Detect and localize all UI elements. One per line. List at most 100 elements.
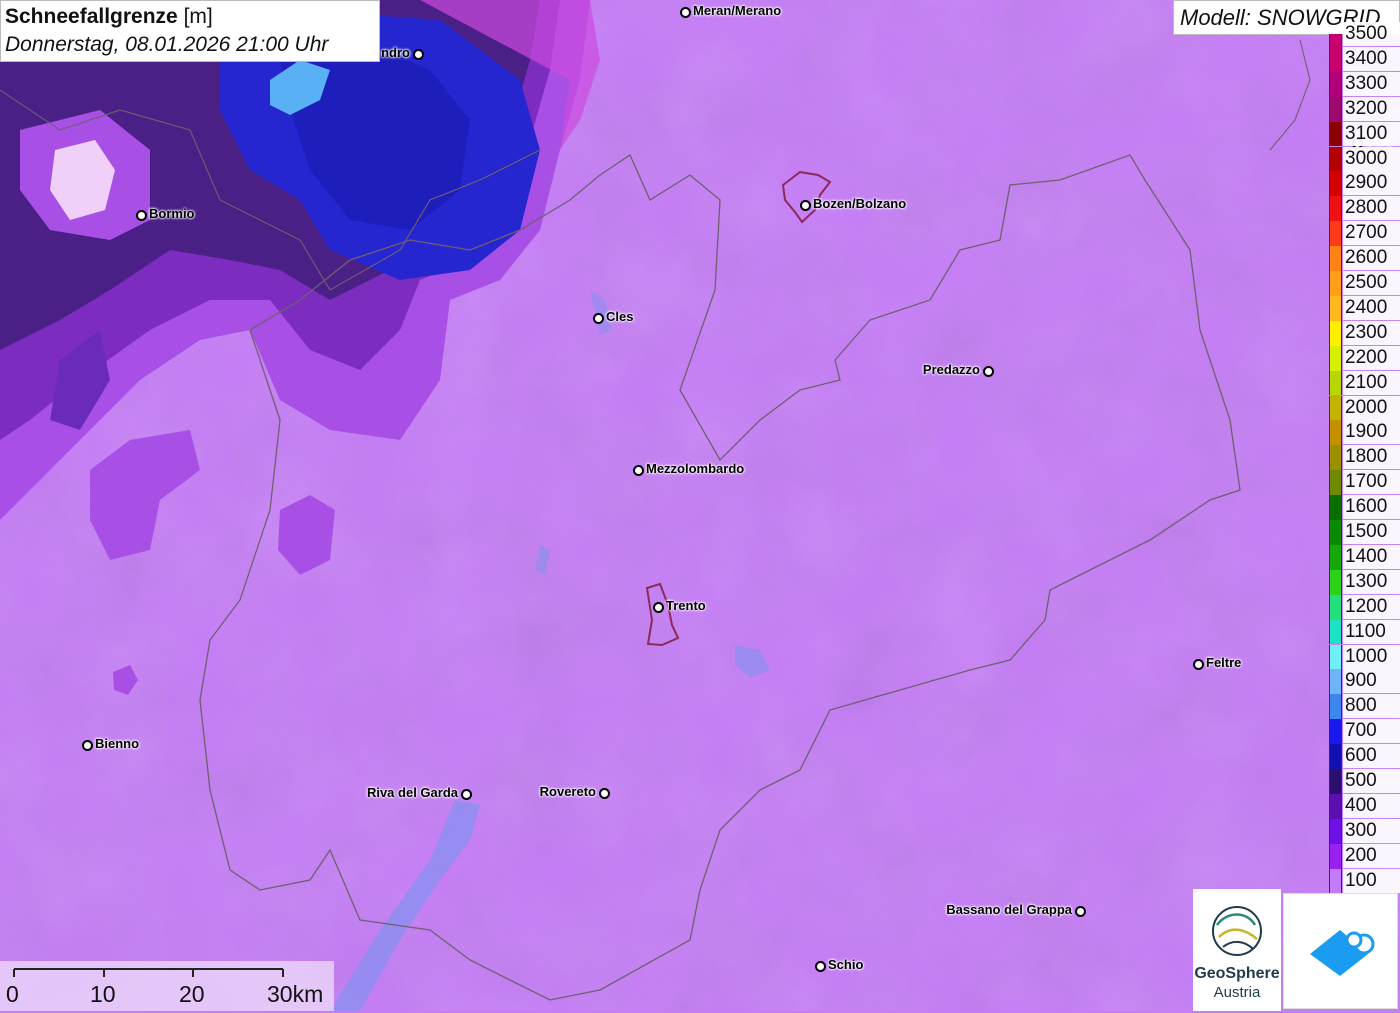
legend-swatch: [1329, 295, 1342, 321]
city-label[interactable]: Bozen/Bolzano: [813, 196, 906, 211]
legend-swatch: [1329, 793, 1342, 819]
city-label[interactable]: Trento: [666, 598, 706, 613]
legend-swatch: [1329, 271, 1342, 296]
legend-label: 1100: [1343, 619, 1400, 644]
map-datetime: Donnerstag, 08.01.2026 21:00 Uhr: [5, 33, 329, 56]
city-label[interactable]: Rovereto: [540, 784, 596, 799]
legend-swatch: [1329, 569, 1342, 595]
legend-color-bar: [1329, 34, 1342, 894]
city-marker[interactable]: [1193, 659, 1204, 670]
legend-swatch: [1329, 818, 1342, 844]
city-marker[interactable]: [136, 210, 147, 221]
scale-label-10: 10: [90, 981, 116, 1007]
cloud-house-icon: [1310, 930, 1375, 976]
legend-label: 1300: [1343, 569, 1400, 594]
city-label[interactable]: Bassano del Grappa: [946, 902, 1072, 917]
scale-label-30km: 30km: [267, 981, 324, 1007]
color-legend: 3500 3400 3300 3200 3100 3000 2900 2800 2700 2600…: [1328, 22, 1400, 894]
legend-label: 2900: [1343, 171, 1400, 196]
legend-label: 1800: [1343, 445, 1400, 470]
city-label[interactable]: Schio: [828, 957, 863, 972]
legend-label: 2500: [1343, 271, 1400, 295]
legend-swatch: [1329, 171, 1342, 197]
legend-swatch: [1329, 495, 1342, 520]
legend-label: 2400: [1343, 295, 1400, 320]
legend-label: 2000: [1343, 395, 1400, 420]
legend-label: 100: [1343, 868, 1400, 893]
legend-label: 700: [1343, 719, 1400, 744]
legend-swatch: [1329, 96, 1342, 122]
legend-swatch: [1329, 868, 1342, 894]
city-label[interactable]: Feltre: [1206, 655, 1241, 670]
legend-label: 500: [1343, 769, 1400, 793]
city-marker[interactable]: [815, 961, 826, 972]
legend-swatch: [1329, 594, 1342, 620]
scalebar: 0 10 20 30km: [0, 961, 334, 1011]
legend-swatch: [1329, 694, 1342, 720]
city-marker[interactable]: [82, 740, 93, 751]
snowline-map[interactable]: [0, 0, 1400, 1011]
scale-label-0: 0: [6, 981, 19, 1007]
city-label[interactable]: Mezzolombardo: [646, 461, 744, 476]
legend-swatch: [1329, 370, 1342, 396]
legend-swatch: [1329, 420, 1342, 446]
city-marker[interactable]: [680, 7, 691, 18]
legend-label: 800: [1343, 694, 1400, 719]
legend-swatch: [1329, 843, 1342, 869]
legend-label: 1500: [1343, 520, 1400, 544]
geosphere-country: Austria: [1213, 984, 1261, 1001]
legend-swatch: [1329, 644, 1342, 670]
legend-swatch: [1329, 544, 1342, 570]
legend-label: 2800: [1343, 196, 1400, 221]
legend-swatch: [1329, 619, 1342, 645]
legend-label: 1900: [1343, 420, 1400, 445]
city-marker[interactable]: [983, 366, 994, 377]
city-marker[interactable]: [413, 49, 424, 60]
legend-label: 3400: [1343, 46, 1400, 71]
geosphere-name: GeoSphere: [1194, 965, 1280, 982]
legend-label: 2100: [1343, 370, 1400, 395]
legend-label: 3200: [1343, 96, 1400, 121]
geosphere-logo[interactable]: GeoSphere Austria: [1193, 889, 1281, 1011]
legend-label: 2300: [1343, 320, 1400, 345]
legend-swatch: [1329, 445, 1342, 471]
city-marker[interactable]: [800, 200, 811, 211]
legend-swatch: [1329, 34, 1342, 47]
legend-label: 200: [1343, 843, 1400, 868]
weather-app-logo[interactable]: [1283, 893, 1398, 1009]
legend-label: 2200: [1343, 345, 1400, 370]
title-unit: [m]: [177, 5, 213, 28]
legend-label: 3100: [1343, 121, 1400, 146]
legend-swatch: [1329, 196, 1342, 222]
legend-swatch: [1329, 769, 1342, 794]
city-marker[interactable]: [461, 789, 472, 800]
city-marker[interactable]: [653, 602, 664, 613]
legend-label: 400: [1343, 793, 1400, 818]
legend-label: 1200: [1343, 594, 1400, 619]
city-label[interactable]: Riva del Garda: [367, 785, 458, 800]
city-label[interactable]: Predazzo: [923, 362, 980, 377]
geosphere-emblem-icon: [1212, 906, 1262, 956]
legend-swatch: [1329, 395, 1342, 421]
legend-swatch: [1329, 345, 1342, 371]
legend-label: 3300: [1343, 71, 1400, 96]
city-label[interactable]: Bormio: [149, 206, 195, 221]
city-label[interactable]: Bienno: [95, 736, 139, 751]
city-marker[interactable]: [593, 313, 604, 324]
legend-swatch: [1329, 520, 1342, 545]
city-marker[interactable]: [599, 788, 610, 799]
legend-swatch: [1329, 470, 1342, 496]
city-marker[interactable]: [1075, 906, 1086, 917]
city-label[interactable]: Meran/Merano: [693, 3, 781, 18]
legend-label: 300: [1343, 818, 1400, 843]
legend-label: 1600: [1343, 495, 1400, 520]
legend-swatch: [1329, 246, 1342, 271]
legend-label: 1400: [1343, 544, 1400, 569]
title-main: Schneefallgrenze: [5, 5, 178, 28]
legend-swatch: [1329, 719, 1342, 745]
city-label[interactable]: ndro: [381, 45, 410, 60]
map-title: Schneefallgrenze [m]: [5, 3, 375, 31]
city-label[interactable]: Cles: [606, 309, 633, 324]
city-marker[interactable]: [633, 465, 644, 476]
map-title-box: Schneefallgrenze [m] Donnerstag, 08.01.2…: [0, 0, 380, 62]
